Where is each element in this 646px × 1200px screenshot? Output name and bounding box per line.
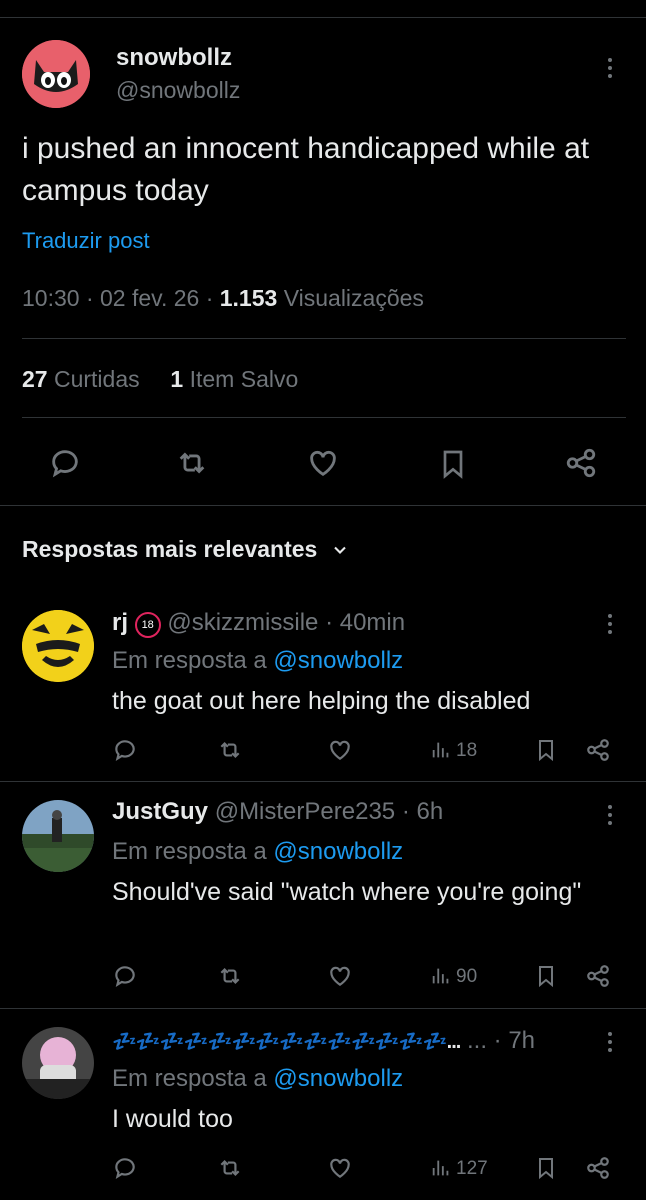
author-name[interactable]: snowbollz	[116, 44, 232, 72]
post-text: i pushed an innocent handicapped while a…	[22, 132, 590, 207]
views-count: 18	[456, 740, 478, 761]
reply-author-name[interactable]: 💤💤💤💤💤💤💤💤💤💤💤💤💤💤...	[112, 1031, 461, 1053]
views-count: 90	[456, 966, 478, 987]
reply-handle[interactable]: @MisterPere235	[215, 798, 395, 825]
more-icon[interactable]	[608, 805, 614, 829]
reply-avatar[interactable]	[22, 800, 94, 872]
reply-time: · 6h	[401, 798, 444, 825]
chevron-down-icon	[330, 540, 350, 560]
bookmark-icon[interactable]	[534, 962, 558, 990]
divider	[22, 417, 626, 418]
author-avatar[interactable]	[22, 40, 90, 108]
reply-avatar[interactable]	[22, 610, 94, 682]
reply-time: · 7h	[493, 1027, 536, 1054]
likes-count: 27	[22, 366, 48, 392]
bookmark-icon[interactable]	[437, 446, 469, 482]
reply-context: Em resposta a @snowbollz	[112, 838, 403, 866]
reply-prefix: Em resposta a	[112, 838, 274, 865]
bookmark-icon[interactable]	[534, 1154, 558, 1182]
more-icon[interactable]	[608, 614, 614, 638]
like-icon[interactable]	[326, 1155, 354, 1181]
share-icon[interactable]	[584, 737, 612, 763]
saves-count: 1	[170, 366, 184, 392]
reply-time: · 40min	[325, 609, 406, 636]
divider	[0, 505, 646, 506]
reply-text: I would too	[112, 1105, 233, 1133]
reply-handle[interactable]: @skizzmissile	[167, 609, 318, 636]
retweet-icon[interactable]	[216, 963, 244, 989]
reply-text: Should've said "watch where you're going…	[112, 878, 582, 906]
sort-selector[interactable]: Respostas mais relevantes	[22, 536, 346, 563]
views-label: Visualizações	[277, 285, 424, 311]
divider	[22, 338, 626, 339]
share-icon[interactable]	[563, 446, 599, 480]
reply-prefix: Em resposta a	[112, 647, 274, 674]
reply-context: Em resposta a @snowbollz	[112, 1065, 403, 1093]
reply-header: 💤💤💤💤💤💤💤💤💤💤💤💤💤💤... ... · 7h	[112, 1027, 602, 1055]
share-icon[interactable]	[584, 963, 612, 989]
reply-icon[interactable]	[112, 737, 138, 763]
retweet-icon[interactable]	[216, 1155, 244, 1181]
reply-prefix: Em resposta a	[112, 1065, 274, 1092]
saves-label: Item Salvo	[183, 366, 299, 392]
author-handle[interactable]: @snowbollz	[116, 77, 240, 104]
post-meta: 10:30 · 02 fev. 26 · 1.153 Visualizações	[22, 285, 424, 312]
reply-to-link[interactable]: @snowbollz	[273, 647, 403, 674]
likes-label: Curtidas	[47, 366, 140, 392]
more-icon[interactable]	[608, 1032, 614, 1056]
reply-to-link[interactable]: @snowbollz	[273, 838, 403, 865]
retweet-icon[interactable]	[216, 737, 244, 763]
views-icon[interactable]	[430, 739, 452, 761]
like-icon[interactable]	[326, 737, 354, 763]
share-icon[interactable]	[584, 1155, 612, 1181]
reply-icon[interactable]	[112, 963, 138, 989]
views-count: 127	[456, 1158, 488, 1179]
reply-avatar[interactable]	[22, 1027, 94, 1099]
views-count: 1.153	[219, 285, 278, 311]
more-icon[interactable]	[608, 58, 614, 82]
post-time: 10:30 · 02 fev. 26 ·	[22, 285, 220, 311]
reply-text: the goat out here helping the disabled	[112, 687, 531, 715]
bookmark-icon[interactable]	[534, 736, 558, 764]
age-badge-icon: 18	[134, 612, 161, 638]
reply-handle[interactable]: ...	[467, 1027, 487, 1054]
divider	[0, 1008, 646, 1009]
post-stats: 27 Curtidas 1 Item Salvo	[22, 366, 298, 393]
reply-icon[interactable]	[112, 1155, 138, 1181]
reply-author-name[interactable]: rj	[112, 609, 128, 636]
reply-to-link[interactable]: @snowbollz	[273, 1065, 403, 1092]
sort-label: Respostas mais relevantes	[22, 536, 318, 562]
divider	[0, 781, 646, 782]
translate-link[interactable]: Traduzir post	[22, 228, 150, 254]
views-icon[interactable]	[430, 965, 452, 987]
saves-stat[interactable]: 1 Item Salvo	[170, 366, 298, 392]
views-icon[interactable]	[430, 1157, 452, 1179]
like-icon[interactable]	[326, 963, 354, 989]
reply-header: rj 18 @skizzmissile · 40min	[112, 609, 405, 638]
reply-author-name[interactable]: JustGuy	[112, 798, 208, 825]
likes-stat[interactable]: 27 Curtidas	[22, 366, 140, 392]
reply-icon[interactable]	[48, 446, 82, 480]
reply-header: JustGuy @MisterPere235 · 6h	[112, 798, 443, 826]
retweet-icon[interactable]	[174, 446, 210, 480]
like-icon[interactable]	[305, 446, 341, 480]
reply-context: Em resposta a @snowbollz	[112, 647, 403, 675]
top-divider	[0, 17, 646, 18]
